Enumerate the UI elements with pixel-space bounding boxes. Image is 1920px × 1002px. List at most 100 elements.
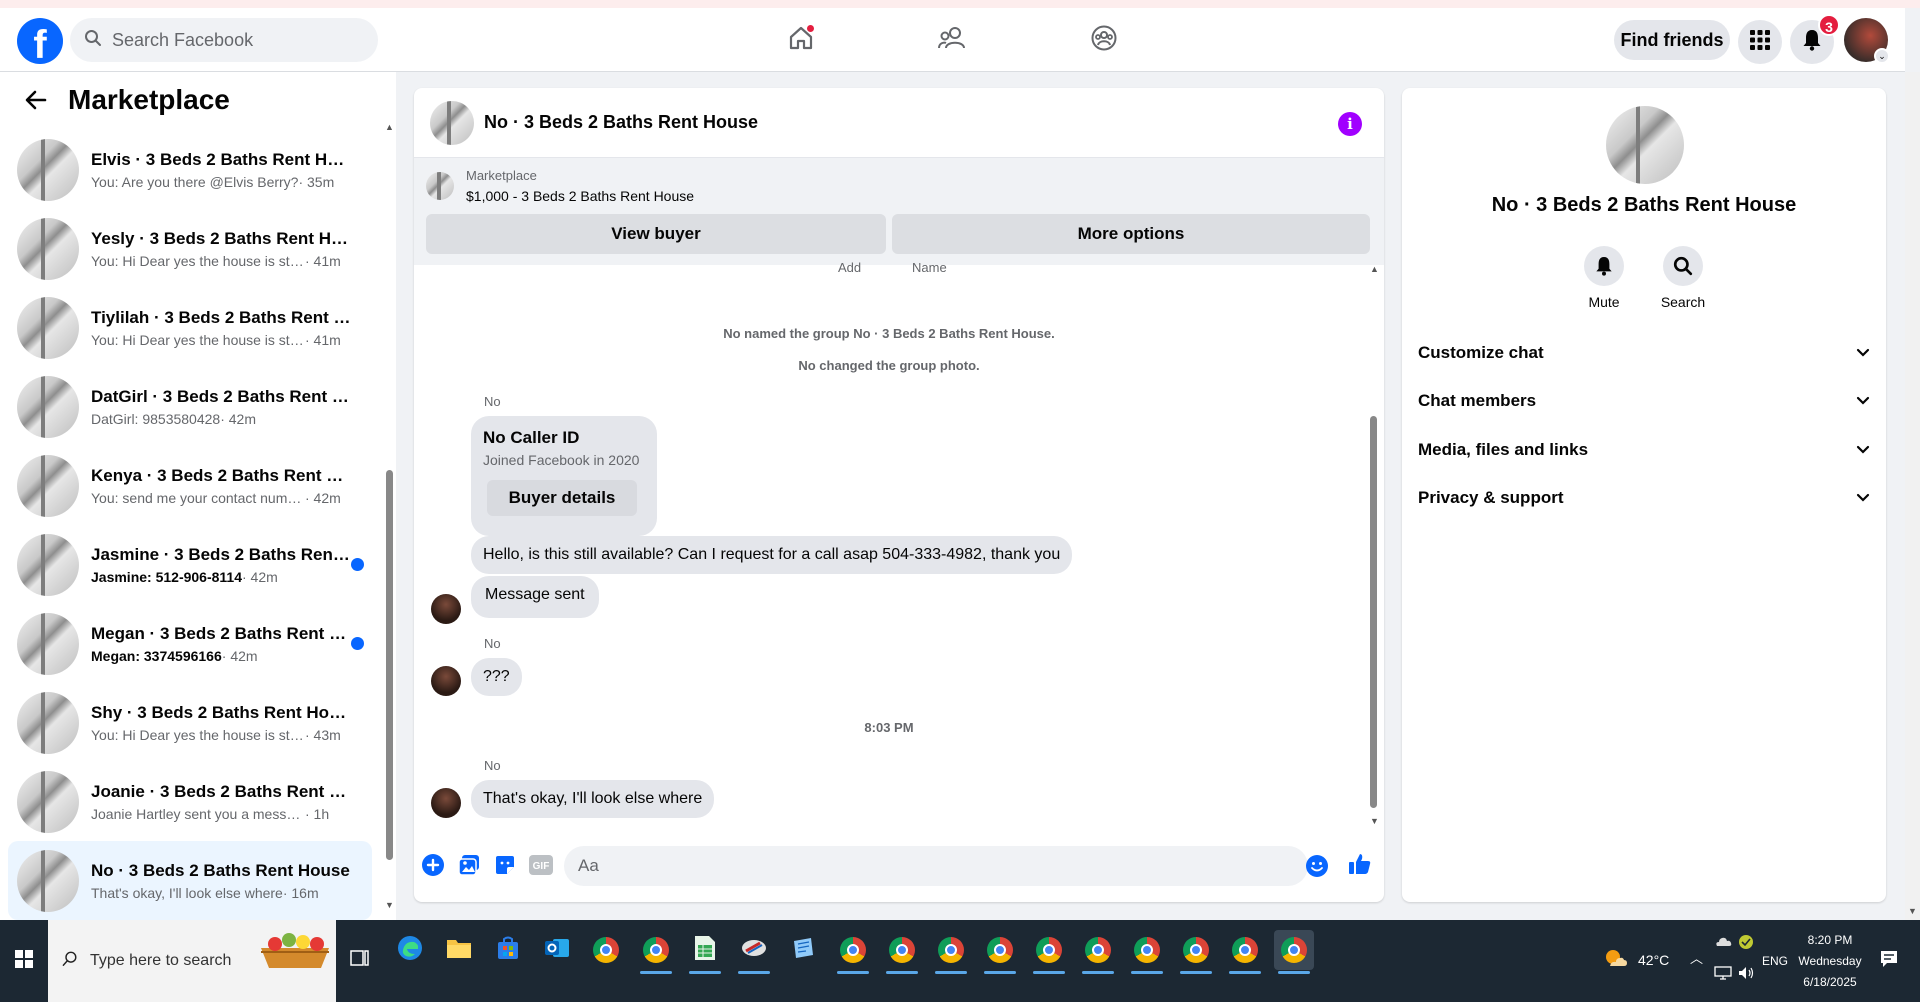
taskbar-chrome[interactable] — [833, 930, 873, 974]
taskbar-outlook[interactable] — [537, 930, 577, 970]
conversation-item[interactable]: Yesly · 3 Beds 2 Baths Rent House You: Hi… — [8, 209, 372, 288]
message-bubble[interactable]: That's okay, I'll look else where — [471, 780, 715, 818]
message-bubble[interactable]: ??? — [471, 658, 522, 696]
taskbar-notes[interactable] — [783, 930, 823, 970]
menu-button[interactable] — [1738, 20, 1782, 64]
buyer-avatar[interactable] — [431, 666, 461, 696]
notifications-button[interactable]: 3 — [1790, 14, 1840, 64]
task-view-icon[interactable] — [350, 948, 370, 968]
view-buyer-button[interactable]: View buyer — [426, 214, 886, 254]
chat-members-section[interactable]: Chat members — [1418, 381, 1870, 421]
scroll-down-arrow-icon[interactable]: ▼ — [1908, 906, 1917, 916]
plus-icon[interactable] — [420, 852, 446, 878]
chat-scroll-thumb[interactable] — [1370, 416, 1377, 808]
conversation-item[interactable]: DatGirl · 3 Beds 2 Baths Rent House DatGi… — [8, 367, 372, 446]
gif-icon[interactable]: GIF — [528, 852, 554, 878]
chat-photo[interactable] — [1606, 106, 1684, 184]
facebook-logo[interactable]: f — [17, 18, 63, 64]
sidebar-scrollbar[interactable]: ▲ ▼ — [385, 122, 394, 912]
chevron-up-icon[interactable]: ︿ — [1690, 948, 1703, 967]
message-bubble[interactable]: Hello, is this still available? Can I re… — [471, 536, 1073, 574]
listing-thumbnail — [17, 849, 79, 912]
scroll-up-arrow-icon[interactable]: ▲ — [1370, 264, 1379, 274]
find-friends-button[interactable]: Find friends — [1614, 20, 1730, 60]
message-bubble[interactable]: Message sent — [471, 576, 599, 618]
listing-title[interactable]: $1,000 - 3 Beds 2 Baths Rent House — [466, 188, 694, 204]
chevron-down-icon[interactable]: ⌄ — [1874, 48, 1890, 64]
sidebar-scroll-thumb[interactable] — [386, 470, 393, 860]
scroll-down-arrow-icon[interactable]: ▼ — [1370, 816, 1379, 826]
taskbar-chrome-gmail[interactable] — [636, 930, 676, 974]
volume-icon[interactable] — [1738, 966, 1756, 985]
taskbar-chrome[interactable] — [882, 930, 922, 974]
thumbs-up-icon[interactable] — [1347, 851, 1373, 877]
taskbar-chrome[interactable] — [1029, 930, 1069, 974]
friends-tab[interactable] — [930, 20, 974, 60]
security-icon[interactable] — [1738, 934, 1754, 955]
conversation-item[interactable]: Tiylilah · 3 Beds 2 Baths Rent House You:… — [8, 288, 372, 367]
conversation-item[interactable]: Joanie · 3 Beds 2 Baths Rent House Joanie… — [8, 762, 372, 841]
more-options-button[interactable]: More options — [892, 214, 1370, 254]
taskbar-chrome-active[interactable] — [1274, 930, 1314, 974]
bell-icon[interactable] — [1584, 246, 1624, 286]
taskbar-edge[interactable] — [390, 930, 430, 970]
taskbar-clock[interactable]: 8:20 PM Wednesday 6/18/2025 — [1790, 930, 1870, 993]
facebook-search[interactable] — [70, 18, 378, 62]
photo-icon[interactable] — [456, 852, 482, 878]
taskbar-chrome[interactable] — [1127, 930, 1167, 974]
customize-chat-section[interactable]: Customize chat — [1418, 333, 1870, 373]
chat-title[interactable]: No · 3 Beds 2 Baths Rent House — [484, 112, 758, 133]
scroll-up-arrow-icon[interactable]: ▲ — [385, 122, 394, 132]
emoji-icon[interactable] — [1304, 853, 1330, 879]
taskbar-chrome[interactable] — [586, 930, 626, 970]
notification-center-icon[interactable] — [1880, 950, 1898, 973]
buyer-avatar[interactable] — [431, 788, 461, 818]
page-scrollbar[interactable]: ▼ — [1905, 72, 1920, 920]
conversation-item[interactable]: Megan · 3 Beds 2 Baths Rent House Megan: … — [8, 604, 372, 683]
weather-icon[interactable] — [1604, 948, 1628, 975]
taskbar-chrome[interactable] — [931, 930, 971, 974]
conversation-item[interactable]: Jasmine · 3 Beds 2 Baths Rent House Jasmi… — [8, 525, 372, 604]
chat-scrollbar[interactable]: ▲ ▼ — [1370, 264, 1379, 828]
taskbar-chrome[interactable] — [980, 930, 1020, 974]
taskbar-search-input[interactable] — [90, 952, 250, 970]
conversation-item[interactable]: No · 3 Beds 2 Baths Rent House That's oka… — [8, 841, 372, 920]
buyer-details-button[interactable]: Buyer details — [487, 480, 637, 516]
preview-time: · 42m — [305, 489, 341, 506]
onedrive-icon[interactable] — [1714, 934, 1732, 953]
taskbar-file-explorer[interactable] — [439, 930, 479, 970]
network-icon[interactable] — [1714, 966, 1732, 985]
preview-snippet: You: Hi Dear yes the house is still avai… — [91, 726, 305, 743]
taskbar-app[interactable] — [734, 930, 774, 974]
message-input[interactable] — [564, 846, 1308, 886]
search-action[interactable]: Search — [1653, 246, 1713, 310]
preview-snippet: Megan: 3374596166 — [91, 647, 222, 664]
taskbar-chrome[interactable] — [1176, 930, 1216, 974]
start-button[interactable] — [0, 920, 48, 1002]
conversation-item[interactable]: Shy · 3 Beds 2 Baths Rent House You: Hi D… — [8, 683, 372, 762]
sticker-icon[interactable] — [492, 852, 518, 878]
taskbar-chrome[interactable] — [1078, 930, 1118, 974]
groups-tab[interactable] — [1082, 20, 1126, 60]
conversation-item[interactable]: Elvis · 3 Beds 2 Baths Rent House You: Ar… — [8, 130, 372, 209]
taskbar-chrome[interactable] — [1225, 930, 1265, 974]
weather-temperature[interactable]: 42°C — [1638, 952, 1669, 968]
privacy-support-section[interactable]: Privacy & support — [1418, 478, 1870, 518]
search-icon[interactable] — [1663, 246, 1703, 286]
media-files-links-section[interactable]: Media, files and links — [1418, 430, 1870, 470]
back-arrow-icon[interactable] — [22, 86, 50, 114]
conversation-item[interactable]: Kenya · 3 Beds 2 Baths Rent House You: se… — [8, 446, 372, 525]
fruit-basket-icon[interactable] — [255, 930, 335, 970]
listing-thumbnail[interactable] — [426, 172, 454, 200]
mute-action[interactable]: Mute — [1574, 246, 1634, 310]
taskbar-sheets[interactable] — [685, 930, 725, 974]
info-icon[interactable]: i — [1338, 112, 1362, 136]
scroll-down-arrow-icon[interactable]: ▼ — [385, 900, 394, 910]
chat-listing-thumbnail[interactable] — [430, 100, 474, 145]
taskbar-store[interactable] — [488, 930, 528, 970]
unread-dot — [351, 637, 364, 650]
buyer-avatar[interactable] — [431, 594, 461, 624]
home-tab[interactable] — [779, 20, 823, 60]
facebook-search-input[interactable] — [112, 29, 352, 51]
language-indicator[interactable]: ENG — [1762, 954, 1788, 968]
